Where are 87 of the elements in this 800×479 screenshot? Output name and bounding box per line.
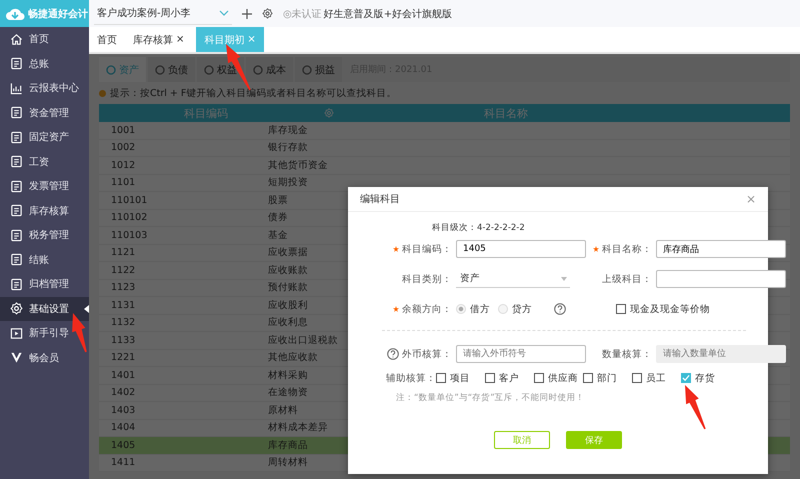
page-tab[interactable]: 首页 [89,27,125,52]
table-cell-text: 110101 [110,194,148,206]
app-logo-text: 畅捷通好会计 [28,8,88,20]
table-cell-text: 1122 [110,264,136,276]
table-cell-text: 1401 [110,370,136,381]
column-header: 科目编码 [183,106,229,120]
sidebar-item[interactable]: 新手引导 [0,321,89,346]
sidebar-item[interactable]: 首页 [0,27,89,52]
table-cell-text: 1403 [110,404,136,416]
table-cell-text: 1405 [110,440,136,451]
table-cell-text: 应收出口退税款 [267,334,338,347]
field-label: 余额方向： [402,302,452,316]
column-header: 科目名称 [483,106,529,120]
table-cell-text: 库存商品 [267,438,308,452]
sidebar-item[interactable]: 固定资产 [0,125,89,150]
account-select[interactable]: 客户成功案例-周小李 [94,2,232,25]
table-cell-text: 应收账款 [267,264,308,277]
field-label: 外币核算： [402,348,452,360]
close-tab-button[interactable]: × [176,34,184,45]
name-field[interactable]: 库存商品 [656,240,786,258]
field-label: 科目名称： [602,242,652,256]
table-cell-text: 1132 [110,317,136,328]
sidebar-item[interactable]: 资金管理 [0,100,89,125]
sidebar-item[interactable]: 基础设置 [0,296,89,321]
table-cell-text: 1404 [110,422,136,434]
table-cell-text: 材料采购 [267,368,308,382]
table-cell-text: 110103 [110,230,148,241]
table-cell-text: 1131 [110,300,136,311]
field-label: 科目类别： [402,272,452,286]
table-cell-text: 材料成本差异 [267,421,328,434]
category-select[interactable]: 资产 [456,270,570,288]
table-cell-text: 1121 [110,247,136,258]
table-cell-text: 预付账款 [267,281,308,294]
table-cell-text: 周转材料 [267,456,308,470]
note-text: 注：“数量单位”与“存货”互斥，不能同时使用！ [396,392,585,404]
sidebar-item[interactable]: 发票管理 [0,174,89,198]
checkbox-label: 客户 [499,372,519,384]
table-cell-text: 应收票据 [267,246,308,260]
table-cell-text: 110102 [110,212,148,224]
table-cell-text: 1001 [110,124,136,136]
sidebar-item[interactable]: 库存核算 [0,198,89,223]
code-field[interactable]: 1405 [456,240,586,258]
checkbox-label: 存货 [695,372,715,384]
field-label: 科目编码： [402,242,452,256]
table-cell-text: 股票 [267,194,288,207]
table-cell-text: 债券 [267,211,288,224]
table-cell-text: 短期投资 [267,176,308,190]
sidebar-item[interactable]: 归档管理 [0,272,89,296]
level-hint: 科目级次：4-2-2-2-2-2 [432,223,525,233]
table-cell-text: 基金 [267,228,288,242]
table-cell-text: 库存现金 [267,124,308,137]
page-tab[interactable]: 库存核算 × [125,27,192,52]
checkbox-label: 现金及现金等价物 [630,302,710,316]
hint-text: 提示：按Ctrl + F键开输入科目编码或者科目名称可以查找科目。 [110,86,396,100]
table-cell-text: 1411 [110,457,136,468]
radio-label: 借方 [470,302,490,316]
checkbox-label: 部门 [597,372,617,384]
sidebar-item[interactable]: 工资 [0,150,89,174]
table-cell-text: 在途物资 [267,386,308,400]
sidebar-item[interactable]: 云报表中心 [0,76,89,100]
table-cell-text: 1101 [110,177,136,188]
table-cell-text: 应收利息 [267,316,308,330]
sidebar-item[interactable]: 畅会员 [0,346,89,370]
checkbox-label: 员工 [646,372,666,384]
sidebar-item[interactable]: 结账 [0,248,89,272]
table-cell-text: 1002 [110,142,136,154]
sidebar-item[interactable]: 税务管理 [0,223,89,248]
radio-label: 贷方 [512,302,532,316]
table-cell-text: 1133 [110,334,136,346]
table-cell-text: 应收股利 [267,298,308,312]
field-label: 辅助核算： [386,372,436,384]
checkbox-label: 项目 [450,372,470,384]
table-cell-text: 1012 [110,160,136,171]
field-label: 数量核算： [602,348,652,360]
table-cell-text: 1123 [110,282,136,294]
edition-label: 好生意普及版+好会计旗舰版 [324,8,452,20]
table-cell-text: 1402 [110,387,136,398]
table-cell-text: 其他货币资金 [267,158,328,172]
currency-field[interactable]: 请输入外币符号 [456,345,586,363]
table-cell-text: 其他应收款 [267,351,318,364]
dialog-title: 编辑科目 [360,192,400,206]
table-cell-text: 银行存款 [267,141,308,154]
field-label: 上级科目： [602,272,652,286]
table-cell-text: 1221 [110,352,136,364]
sidebar-item[interactable]: 总账 [0,52,89,76]
table-cell-text: 原材料 [267,404,298,417]
checkbox-label: 供应商 [548,372,578,384]
